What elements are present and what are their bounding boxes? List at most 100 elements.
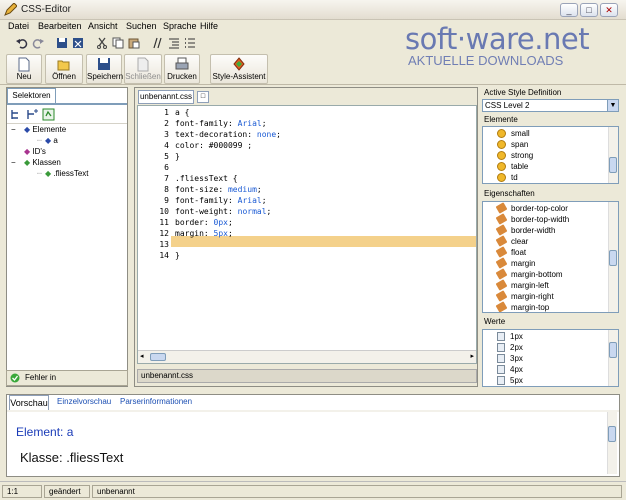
- list-item[interactable]: 3px: [497, 354, 523, 363]
- elements-list[interactable]: small span strong table td: [482, 126, 619, 184]
- css-level-select[interactable]: CSS Level 2 ▼: [482, 99, 619, 112]
- code-line[interactable]: font-weight: normal;: [175, 207, 271, 216]
- horizontal-scrollbar[interactable]: ◂ ▸: [138, 350, 476, 363]
- menu-hilfe[interactable]: Hilfe: [200, 21, 218, 31]
- save-button[interactable]: Speichern: [86, 54, 123, 84]
- tree-node-klassen[interactable]: ◆ Klassen: [24, 158, 61, 167]
- indent-icon[interactable]: [168, 37, 180, 49]
- undo-icon[interactable]: [16, 37, 28, 49]
- list-item[interactable]: float: [495, 246, 526, 258]
- chevron-down-icon[interactable]: ▼: [607, 100, 618, 111]
- list-item[interactable]: 2px: [497, 343, 523, 352]
- style-assistant-button[interactable]: Style-Assistent: [210, 54, 268, 84]
- elements-scrollbar[interactable]: [608, 127, 618, 183]
- tree-expander-klassen[interactable]: −: [11, 158, 16, 167]
- scroll-thumb[interactable]: [150, 353, 166, 361]
- list-item[interactable]: border-top-width: [495, 213, 569, 225]
- tab-vorschau[interactable]: Vorschau: [9, 395, 49, 410]
- tab-einzelvorschau[interactable]: Einzelvorschau: [57, 397, 111, 406]
- minimize-button[interactable]: _: [560, 3, 578, 17]
- line-number: 6: [164, 163, 169, 172]
- list-item[interactable]: margin-bottom: [495, 268, 563, 280]
- refresh-icon[interactable]: [42, 108, 55, 121]
- list-item[interactable]: 4px: [497, 365, 523, 374]
- print-button[interactable]: Drucken: [164, 54, 200, 84]
- list-item[interactable]: td: [497, 173, 518, 182]
- tree-view-icon[interactable]: [10, 108, 23, 121]
- tab-selectors[interactable]: Selektoren: [7, 88, 56, 103]
- tree-node-elemente[interactable]: ◆ Elemente: [24, 125, 66, 134]
- modified-state: geändert: [44, 485, 90, 498]
- code-editor[interactable]: 1 2 3 4 5 6 7 8 9 10 11 12 13 14 a { font-family: Aria…: [137, 105, 477, 364]
- list-item[interactable]: border-top-color: [495, 202, 568, 214]
- code-line[interactable]: }: [175, 251, 180, 260]
- list-item[interactable]: small: [497, 129, 530, 138]
- list-item[interactable]: margin: [495, 257, 535, 269]
- menu-bearbeiten[interactable]: Bearbeiten: [38, 21, 82, 31]
- list-item[interactable]: strong: [497, 151, 533, 160]
- wizard-icon: [233, 57, 245, 71]
- properties-scrollbar[interactable]: [608, 202, 618, 312]
- list-item[interactable]: border-width: [495, 224, 555, 236]
- tree-node-a[interactable]: ◆ a: [45, 136, 58, 145]
- code-line[interactable]: text-decoration: none;: [175, 130, 281, 139]
- scroll-thumb[interactable]: [609, 157, 617, 173]
- open-button[interactable]: Öffnen: [45, 54, 83, 84]
- list-item[interactable]: table: [497, 162, 528, 171]
- list-item[interactable]: span: [497, 140, 528, 149]
- redo-icon[interactable]: [32, 37, 44, 49]
- tree-node-fliesstext[interactable]: ◆ .fliessText: [45, 169, 89, 178]
- menu-suchen[interactable]: Suchen: [126, 21, 157, 31]
- list-icon[interactable]: [184, 37, 196, 49]
- line-number: 8: [164, 185, 169, 194]
- scroll-thumb[interactable]: [609, 342, 617, 358]
- tree-node-ids[interactable]: ◆ ID's: [24, 147, 46, 156]
- menu-datei[interactable]: Datei: [8, 21, 29, 31]
- scroll-thumb[interactable]: [609, 250, 617, 266]
- tab-unbenannt-css[interactable]: unbenannt.css: [138, 90, 194, 104]
- code-line[interactable]: color: #000099 ;: [175, 141, 252, 150]
- preview-scrollbar[interactable]: [607, 412, 617, 474]
- list-item[interactable]: 5px: [497, 376, 523, 385]
- values-list[interactable]: 1px 2px 3px 4px 5px: [482, 329, 619, 387]
- maximize-button[interactable]: □: [580, 3, 598, 17]
- code-line[interactable]: border: 0px;: [175, 218, 233, 227]
- list-item[interactable]: 1px: [497, 332, 523, 341]
- status-text: Fehler in: [25, 373, 57, 382]
- property-wrench-icon: [495, 202, 508, 214]
- new-button[interactable]: Neu: [6, 54, 42, 84]
- list-item[interactable]: margin-left: [495, 279, 549, 291]
- code-line[interactable]: .fliessText {: [175, 174, 238, 183]
- code-line[interactable]: font-family: Arial;: [175, 119, 267, 128]
- copy-icon[interactable]: [112, 37, 124, 49]
- line-gutter: 1 2 3 4 5 6 7 8 9 10 11 12 13 14: [138, 106, 171, 350]
- code-line[interactable]: font-size: medium;: [175, 185, 262, 194]
- list-item[interactable]: clear: [495, 235, 528, 247]
- close-button[interactable]: ✕: [600, 3, 618, 17]
- add-selector-icon[interactable]: [26, 108, 39, 121]
- comment-icon[interactable]: [152, 37, 164, 49]
- scroll-left-icon[interactable]: ◂: [140, 352, 144, 360]
- code-line[interactable]: margin: 5px;: [175, 229, 233, 238]
- code-line[interactable]: font-family: Arial;: [175, 196, 267, 205]
- list-item[interactable]: margin-top: [495, 301, 549, 312]
- values-scrollbar[interactable]: [608, 330, 618, 386]
- menu-ansicht[interactable]: Ansicht: [88, 21, 118, 31]
- code-line[interactable]: }: [175, 152, 180, 161]
- save-icon[interactable]: [56, 37, 68, 49]
- list-item[interactable]: margin-right: [495, 290, 554, 302]
- tree-expander-elemente[interactable]: −: [11, 125, 16, 134]
- save-all-icon[interactable]: [72, 37, 84, 49]
- diamond-icon: ◆: [24, 147, 31, 156]
- tab-parserinformationen[interactable]: Parserinformationen: [120, 397, 192, 406]
- menu-sprache[interactable]: Sprache: [163, 21, 197, 31]
- close-file-button[interactable]: Schließen: [124, 54, 162, 84]
- scroll-thumb[interactable]: [608, 426, 616, 442]
- paste-icon[interactable]: [128, 37, 140, 49]
- code-line[interactable]: a {: [175, 108, 189, 117]
- close-tab-icon[interactable]: □: [197, 91, 209, 103]
- open-button-label: Öffnen: [52, 72, 76, 81]
- scroll-right-icon[interactable]: ▸: [470, 352, 474, 360]
- cut-icon[interactable]: [96, 37, 108, 49]
- properties-list[interactable]: border-top-color border-top-width border-w…: [482, 201, 619, 313]
